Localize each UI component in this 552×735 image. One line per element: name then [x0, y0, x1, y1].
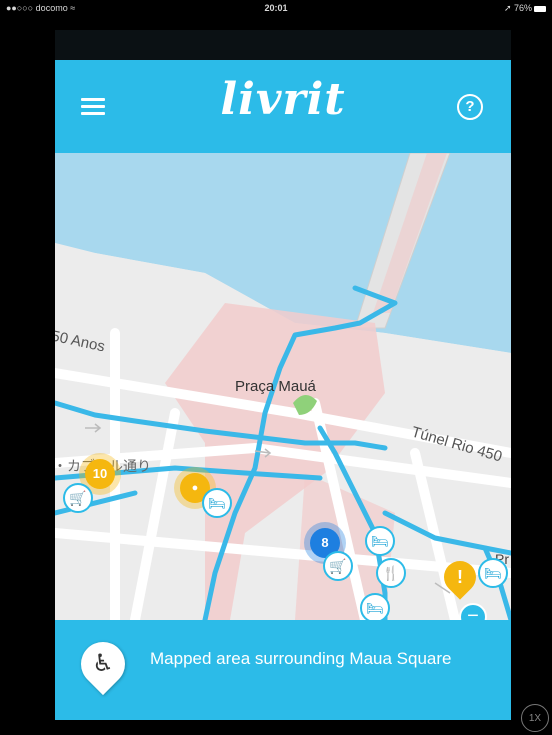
app-logo: livrit [220, 74, 346, 125]
clock: 20:01 [264, 3, 288, 13]
cart-icon: 🛒 [329, 558, 347, 574]
place-label-praca: Praça Mauá [235, 378, 316, 395]
battery-icon [534, 5, 546, 12]
battery-status: ➚ 76% [504, 0, 546, 16]
zoom-badge[interactable]: 1X [521, 704, 549, 732]
poi-shop[interactable]: 🛒 [63, 483, 93, 513]
wheelchair-pin[interactable]: ♿ [71, 632, 135, 696]
bed-icon: 🛏 [208, 495, 226, 511]
poi-shop[interactable]: 🛒 [323, 551, 353, 581]
bed-icon: 🛏 [366, 600, 384, 616]
poi-hotel[interactable]: 🛏 [202, 488, 232, 518]
bed-icon: 🛏 [371, 533, 389, 549]
cart-icon: 🛒 [69, 490, 87, 506]
warning-marker[interactable]: ! [437, 554, 483, 600]
app-header: livrit ? [55, 60, 511, 153]
top-strip [55, 30, 511, 60]
poi-restaurant[interactable]: 🍴 [376, 558, 406, 588]
bed-icon: 🛏 [484, 565, 502, 581]
status-bar: ●●○○○ docomo ≈ 20:01 ➚ 76% [0, 0, 552, 16]
poi-hotel[interactable]: 🛏 [478, 558, 508, 588]
info-footer: ♿ Mapped area surrounding Maua Square [55, 620, 511, 720]
footer-message: Mapped area surrounding Maua Square [150, 649, 452, 668]
warning-icon: ! [457, 567, 463, 587]
restaurant-icon: 🍴 [382, 565, 400, 581]
map-view[interactable]: 50 Anos Praça Mauá Túnel Rio 450 ・カブラル通り… [55, 153, 511, 631]
app-window: livrit ? 50 Anos Praça Mauá Túnel Rio 45… [55, 60, 511, 720]
help-icon[interactable]: ? [457, 94, 483, 120]
poi-hotel[interactable]: 🛏 [360, 593, 390, 623]
cluster-marker-yellow[interactable]: 10 [85, 459, 115, 489]
wheelchair-icon: ♿ [92, 650, 114, 677]
poi-hotel[interactable]: 🛏 [365, 526, 395, 556]
